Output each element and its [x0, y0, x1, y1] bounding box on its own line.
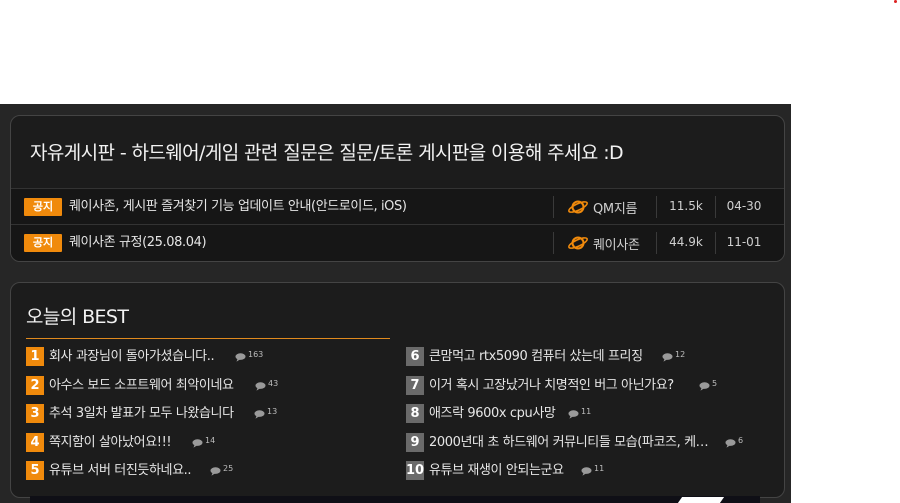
- red-dot: [894, 0, 897, 3]
- author-name: 퀘이사존: [593, 238, 640, 253]
- rank-badge: 4: [26, 433, 44, 452]
- rank-badge: 8: [406, 404, 424, 423]
- speech-bubble-icon: [255, 382, 266, 391]
- rank-badge: 6: [406, 347, 424, 366]
- best-item-title[interactable]: 쪽지함이 살아났어요!!!: [49, 433, 171, 452]
- divider: [553, 232, 554, 254]
- best-item-title[interactable]: 회사 과장님이 돌아가셨습니다..: [49, 347, 214, 366]
- best-panel: 오늘의 BEST 1 회사 과장님이 돌아가셨습니다.. 163 2 아수스 보…: [10, 282, 785, 498]
- speech-bubble-icon: [210, 467, 221, 476]
- notice-row[interactable]: 공지 퀘이사존, 게시판 즐겨찾기 기능 업데이트 안내(안드로이드, iOS)…: [11, 188, 784, 225]
- view-count: 11.5k: [669, 199, 703, 213]
- rank-badge: 7: [406, 376, 424, 395]
- speech-bubble-icon: [254, 410, 265, 419]
- best-item-title[interactable]: 큰맘먹고 rtx5090 컴퓨터 샀는데 프리징: [429, 347, 659, 366]
- best-item-title[interactable]: 아수스 보드 소프트웨어 최악이네요: [49, 376, 234, 395]
- board-header-panel: 자유게시판 - 하드웨어/게임 관련 질문은 질문/토론 게시판을 이용해 주세…: [10, 115, 785, 262]
- best-item-title[interactable]: 애즈락 9600x cpu사망: [429, 404, 569, 423]
- notice-row[interactable]: 공지 퀘이사존 규정(25.08.04) 퀘이사존 44.9k 11-01: [11, 224, 784, 261]
- divider: [715, 196, 716, 218]
- board-frame: 자유게시판 - 하드웨어/게임 관련 질문은 질문/토론 게시판을 이용해 주세…: [0, 104, 791, 503]
- speech-bubble-icon: [662, 353, 673, 362]
- rank-badge: 2: [26, 376, 44, 395]
- post-date: 04-30: [726, 199, 762, 213]
- banner-edge: [30, 496, 760, 503]
- view-count: 44.9k: [669, 235, 703, 249]
- rank-badge: 1: [26, 347, 44, 366]
- quasar-logo-icon: [568, 200, 588, 214]
- best-item-title[interactable]: 이거 혹시 고장났거나 치명적인 버그 아닌가요?: [429, 376, 694, 395]
- rank-badge: 10: [406, 461, 425, 480]
- speech-bubble-icon: [699, 382, 710, 391]
- best-item-title[interactable]: 2000년대 초 하드웨어 커뮤니티들 모습(파코즈, 케이벤치): [429, 433, 714, 452]
- best-underline: [26, 338, 390, 339]
- divider: [715, 232, 716, 254]
- quasar-logo-icon: [568, 236, 588, 250]
- best-item-title[interactable]: 유튜브 재생이 안되는군요: [429, 461, 579, 480]
- post-date: 11-01: [726, 235, 762, 249]
- notice-title[interactable]: 퀘이사존, 게시판 즐겨찾기 기능 업데이트 안내(안드로이드, iOS): [69, 198, 407, 216]
- speech-bubble-icon: [581, 467, 592, 476]
- rank-badge: 9: [406, 433, 424, 452]
- banner-highlight: [677, 497, 725, 503]
- notice-title[interactable]: 퀘이사존 규정(25.08.04): [69, 234, 207, 252]
- speech-bubble-icon: [568, 410, 579, 419]
- best-item-title[interactable]: 유튜브 서버 터진듯하네요..: [49, 461, 191, 480]
- author-name: QM지름: [593, 202, 638, 217]
- divider: [553, 196, 554, 218]
- best-title: 오늘의 BEST: [26, 306, 129, 328]
- notice-badge: 공지: [24, 234, 62, 252]
- board-title: 자유게시판 - 하드웨어/게임 관련 질문은 질문/토론 게시판을 이용해 주세…: [30, 142, 624, 164]
- rank-badge: 5: [26, 461, 44, 480]
- speech-bubble-icon: [235, 353, 246, 362]
- rank-badge: 3: [26, 404, 44, 423]
- speech-bubble-icon: [192, 439, 203, 448]
- notice-badge: 공지: [24, 198, 62, 216]
- speech-bubble-icon: [725, 439, 736, 448]
- best-item-title[interactable]: 추석 3일차 발표가 모두 나왔습니다: [49, 404, 234, 423]
